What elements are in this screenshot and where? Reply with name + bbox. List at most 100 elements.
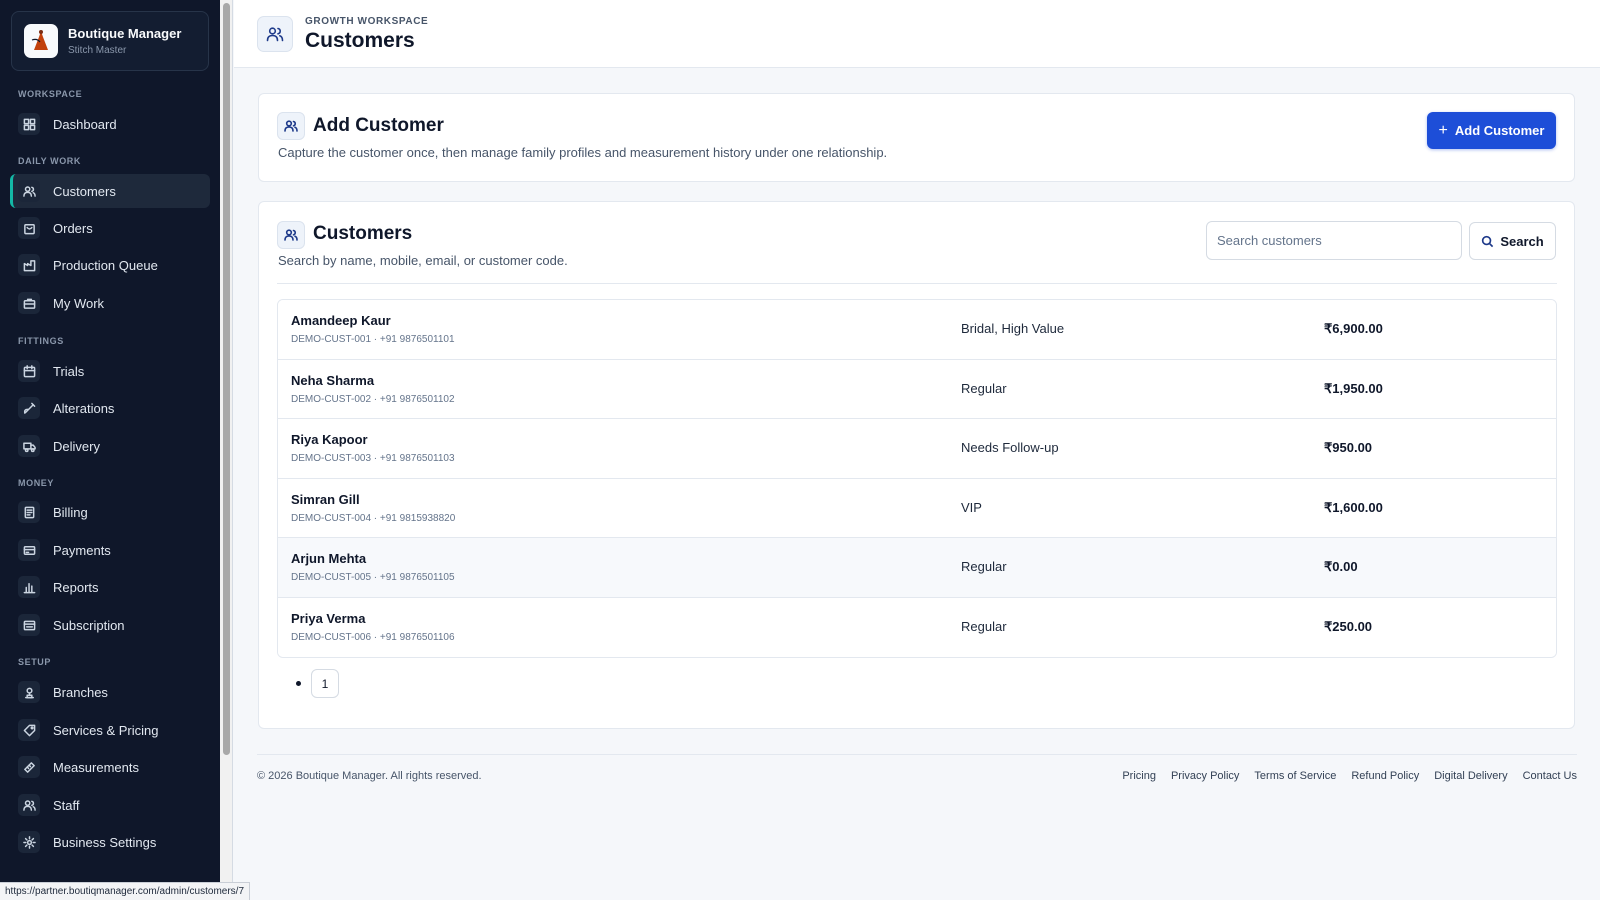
footer-link-contact[interactable]: Contact Us	[1523, 770, 1577, 782]
customer-meta: DEMO-CUST-006 · +91 9876501106	[291, 631, 455, 643]
customers-list-title: Customers	[313, 223, 413, 244]
briefcase-icon	[18, 292, 40, 314]
sidebar: Boutique Manager Stitch Master WORKSPACE…	[0, 0, 220, 900]
customer-tags: Regular	[961, 380, 1007, 396]
table-row[interactable]: Riya Kapoor DEMO-CUST-003 · +91 98765011…	[278, 419, 1556, 479]
plus-icon: +	[1438, 121, 1448, 139]
customer-amount: ₹950.00	[1324, 440, 1373, 455]
staff-icon	[18, 794, 40, 816]
sidebar-item-label: Dashboard	[53, 116, 117, 132]
customer-tags: Regular	[961, 618, 1007, 634]
customer-tags: Regular	[961, 559, 1007, 574]
sidebar-item-dashboard[interactable]: Dashboard	[10, 107, 210, 141]
factory-icon	[18, 254, 40, 276]
footer-divider	[257, 754, 1577, 755]
customer-amount: ₹1,600.00	[1324, 499, 1383, 515]
customer-amount: ₹6,900.00	[1324, 321, 1383, 336]
sidebar-item-services-pricing[interactable]: Services & Pricing	[10, 713, 210, 747]
sidebar-item-my-work[interactable]: My Work	[10, 286, 210, 320]
needle-icon	[18, 397, 40, 419]
sidebar-item-label: Delivery	[53, 438, 100, 454]
customer-meta: DEMO-CUST-003 · +91 9876501103	[291, 453, 455, 464]
add-customer-button[interactable]: + Add Customer	[1427, 112, 1556, 149]
dashboard-icon	[18, 113, 40, 135]
section-setup: SETUP	[18, 657, 52, 667]
sidebar-item-staff[interactable]: Staff	[10, 788, 210, 822]
subscription-icon	[18, 614, 40, 636]
divider	[277, 283, 1557, 284]
sidebar-item-reports[interactable]: Reports	[10, 570, 210, 604]
search-button[interactable]: Search	[1469, 222, 1556, 260]
sidebar-item-label: Payments	[53, 542, 111, 558]
customer-name[interactable]: Amandeep Kaur	[291, 313, 391, 328]
page-header: GROWTH WORKSPACE Customers	[234, 0, 1600, 68]
sidebar-item-business-settings[interactable]: Business Settings	[10, 825, 210, 859]
customer-tags: Needs Follow-up	[961, 440, 1059, 455]
sidebar-item-label: Alterations	[53, 400, 115, 416]
customer-name[interactable]: Arjun Mehta	[291, 551, 366, 566]
customer-meta: DEMO-CUST-002 · +91 9876501102	[291, 393, 455, 405]
customer-amount: ₹1,950.00	[1324, 380, 1383, 396]
customer-name[interactable]: Neha Sharma	[291, 373, 374, 388]
sidebar-item-customers[interactable]: Customers	[10, 174, 210, 208]
footer-link-pricing[interactable]: Pricing	[1122, 770, 1156, 782]
sidebar-item-trials[interactable]: Trials	[10, 354, 210, 388]
sidebar-item-subscription[interactable]: Subscription	[10, 608, 210, 642]
page-eyebrow: GROWTH WORKSPACE	[305, 16, 429, 27]
footer-link-privacy[interactable]: Privacy Policy	[1171, 770, 1239, 782]
sidebar-item-label: Orders	[53, 220, 93, 236]
sidebar-item-production-queue[interactable]: Production Queue	[10, 248, 210, 282]
customer-name[interactable]: Simran Gill	[291, 492, 360, 507]
sidebar-item-label: Staff	[53, 797, 80, 813]
users-icon	[277, 112, 305, 140]
customer-amount: ₹0.00	[1324, 559, 1358, 574]
customer-tags: Bridal, High Value	[961, 321, 1065, 336]
footer-link-terms[interactable]: Terms of Service	[1254, 770, 1336, 782]
add-customer-description: Capture the customer once, then manage f…	[278, 145, 888, 160]
users-icon	[277, 221, 305, 249]
table-row[interactable]: Priya Verma DEMO-CUST-006 · +91 98765011…	[278, 597, 1556, 657]
table-row[interactable]: Neha Sharma DEMO-CUST-002 · +91 98765011…	[278, 359, 1556, 419]
sidebar-item-label: Subscription	[53, 617, 125, 633]
brand-logo	[24, 24, 58, 58]
search-icon	[1482, 235, 1494, 247]
table-row[interactable]: Simran Gill DEMO-CUST-004 · +91 98159388…	[278, 478, 1556, 538]
search-input[interactable]	[1206, 221, 1462, 260]
card-icon	[18, 539, 40, 561]
sidebar-item-billing[interactable]: Billing	[10, 495, 210, 529]
brand-card[interactable]: Boutique Manager Stitch Master	[11, 11, 209, 71]
footer-link-digital-delivery[interactable]: Digital Delivery	[1434, 770, 1507, 782]
table-row[interactable]: Amandeep Kaur DEMO-CUST-001 · +91 987650…	[278, 300, 1556, 360]
sidebar-item-delivery[interactable]: Delivery	[10, 429, 210, 463]
sidebar-item-label: Services & Pricing	[53, 722, 159, 738]
gear-icon	[18, 831, 40, 853]
sidebar-item-payments[interactable]: Payments	[10, 533, 210, 567]
sidebar-item-label: Trials	[53, 363, 85, 379]
bar-chart-icon	[18, 576, 40, 598]
pagination-bullet	[296, 681, 301, 686]
table-row[interactable]: Arjun Mehta DEMO-CUST-005 · +91 98765011…	[278, 538, 1556, 598]
sidebar-item-label: Customers	[53, 183, 116, 199]
section-daily-work: DAILY WORK	[18, 156, 82, 166]
sidebar-item-alterations[interactable]: Alterations	[10, 391, 210, 425]
footer-copyright: © 2026 Boutique Manager. All rights rese…	[257, 770, 482, 782]
customer-name[interactable]: Riya Kapoor	[291, 432, 368, 447]
sidebar-item-label: Measurements	[53, 759, 139, 775]
customer-meta: DEMO-CUST-004 · +91 9815938820	[291, 512, 456, 524]
customer-name[interactable]: Priya Verma	[291, 611, 365, 626]
sidebar-item-label: Billing	[53, 504, 88, 520]
customer-meta: DEMO-CUST-001 · +91 9876501101	[291, 334, 455, 345]
sidebar-scrollbar[interactable]	[220, 0, 233, 900]
truck-icon	[18, 435, 40, 457]
calendar-icon	[18, 360, 40, 382]
sidebar-item-orders[interactable]: Orders	[10, 211, 210, 245]
receipt-icon	[18, 501, 40, 523]
add-customer-title: Add Customer	[313, 115, 444, 136]
sidebar-item-measurements[interactable]: Measurements	[10, 750, 210, 784]
sidebar-scrollbar-thumb[interactable]	[223, 3, 230, 755]
users-icon	[18, 180, 40, 202]
sidebar-item-label: My Work	[53, 295, 105, 311]
sidebar-item-branches[interactable]: Branches	[10, 675, 210, 709]
footer-link-refund[interactable]: Refund Policy	[1351, 770, 1419, 782]
pagination-page[interactable]: 1	[311, 669, 339, 698]
